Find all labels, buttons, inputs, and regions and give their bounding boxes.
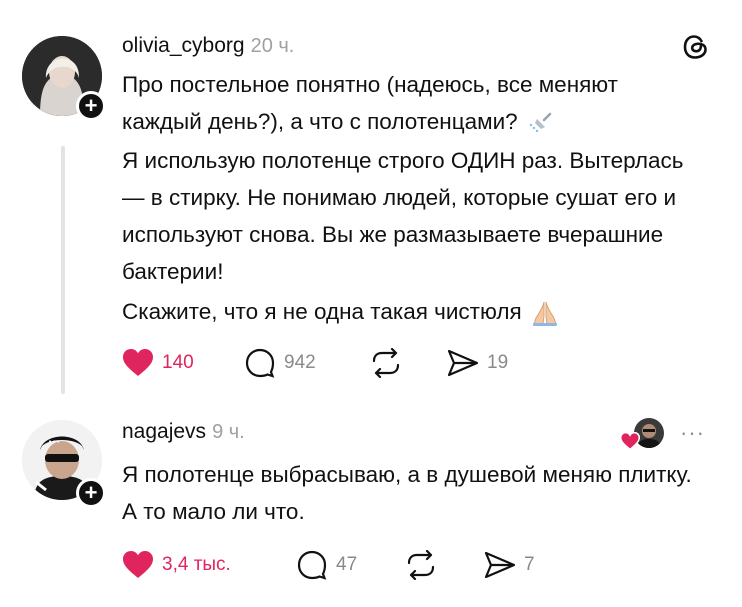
like-button[interactable]: 3,4 тыс. xyxy=(122,550,231,579)
share-icon xyxy=(484,550,516,580)
liked-by-author-indicator xyxy=(620,418,664,452)
post-paragraph: Скажите, что я не одна такая чистюля xyxy=(122,293,702,330)
share-icon xyxy=(447,348,479,378)
svg-text:•••: ••• xyxy=(48,438,60,446)
share-button[interactable]: 7 xyxy=(484,550,535,580)
reply-button[interactable]: 942 xyxy=(244,347,316,379)
heart-icon xyxy=(122,348,154,377)
share-count: 19 xyxy=(487,352,509,373)
reply-button[interactable]: 47 xyxy=(296,549,357,581)
like-button[interactable]: 140 xyxy=(122,348,194,377)
reply-count: 942 xyxy=(284,352,316,373)
share-button[interactable]: 19 xyxy=(447,348,508,378)
more-icon[interactable]: ··· xyxy=(680,420,705,446)
repost-icon xyxy=(405,550,437,580)
heart-icon xyxy=(122,550,154,579)
post-body: Я полотенце выбрасываю, а в душевой меня… xyxy=(122,462,692,524)
post-header: olivia_cyborg 20 ч. xyxy=(122,34,294,58)
post-body: Про постельное понятно (надеюсь, все мен… xyxy=(122,66,702,330)
like-count: 3,4 тыс. xyxy=(162,553,231,575)
post-header: nagajevs 9 ч. xyxy=(122,420,245,444)
post-paragraph: Про постельное понятно (надеюсь, все мен… xyxy=(122,72,618,134)
follow-plus-button[interactable]: + xyxy=(76,91,106,121)
post-time: 9 ч. xyxy=(212,421,245,443)
repost-icon xyxy=(370,348,402,378)
threads-logo-icon[interactable] xyxy=(681,32,711,62)
thread-line xyxy=(61,146,65,394)
plus-label: + xyxy=(84,480,98,505)
post-paragraph: Я использую полотенце строго ОДИН раз. В… xyxy=(122,148,684,284)
share-count: 7 xyxy=(524,554,535,575)
like-count: 140 xyxy=(162,351,194,373)
post-time: 20 ч. xyxy=(250,35,295,57)
comment-icon xyxy=(244,347,276,379)
shower-icon xyxy=(528,112,554,134)
repost-button[interactable] xyxy=(370,348,402,378)
username[interactable]: nagajevs xyxy=(122,420,206,444)
reply-count: 47 xyxy=(336,554,358,575)
plus-label: + xyxy=(84,93,98,118)
heart-icon xyxy=(620,432,640,450)
repost-button[interactable] xyxy=(405,550,437,580)
username[interactable]: olivia_cyborg xyxy=(122,34,245,58)
comment-icon xyxy=(296,549,328,581)
praying-hands-icon xyxy=(530,298,560,328)
follow-plus-button[interactable]: + xyxy=(76,478,106,508)
